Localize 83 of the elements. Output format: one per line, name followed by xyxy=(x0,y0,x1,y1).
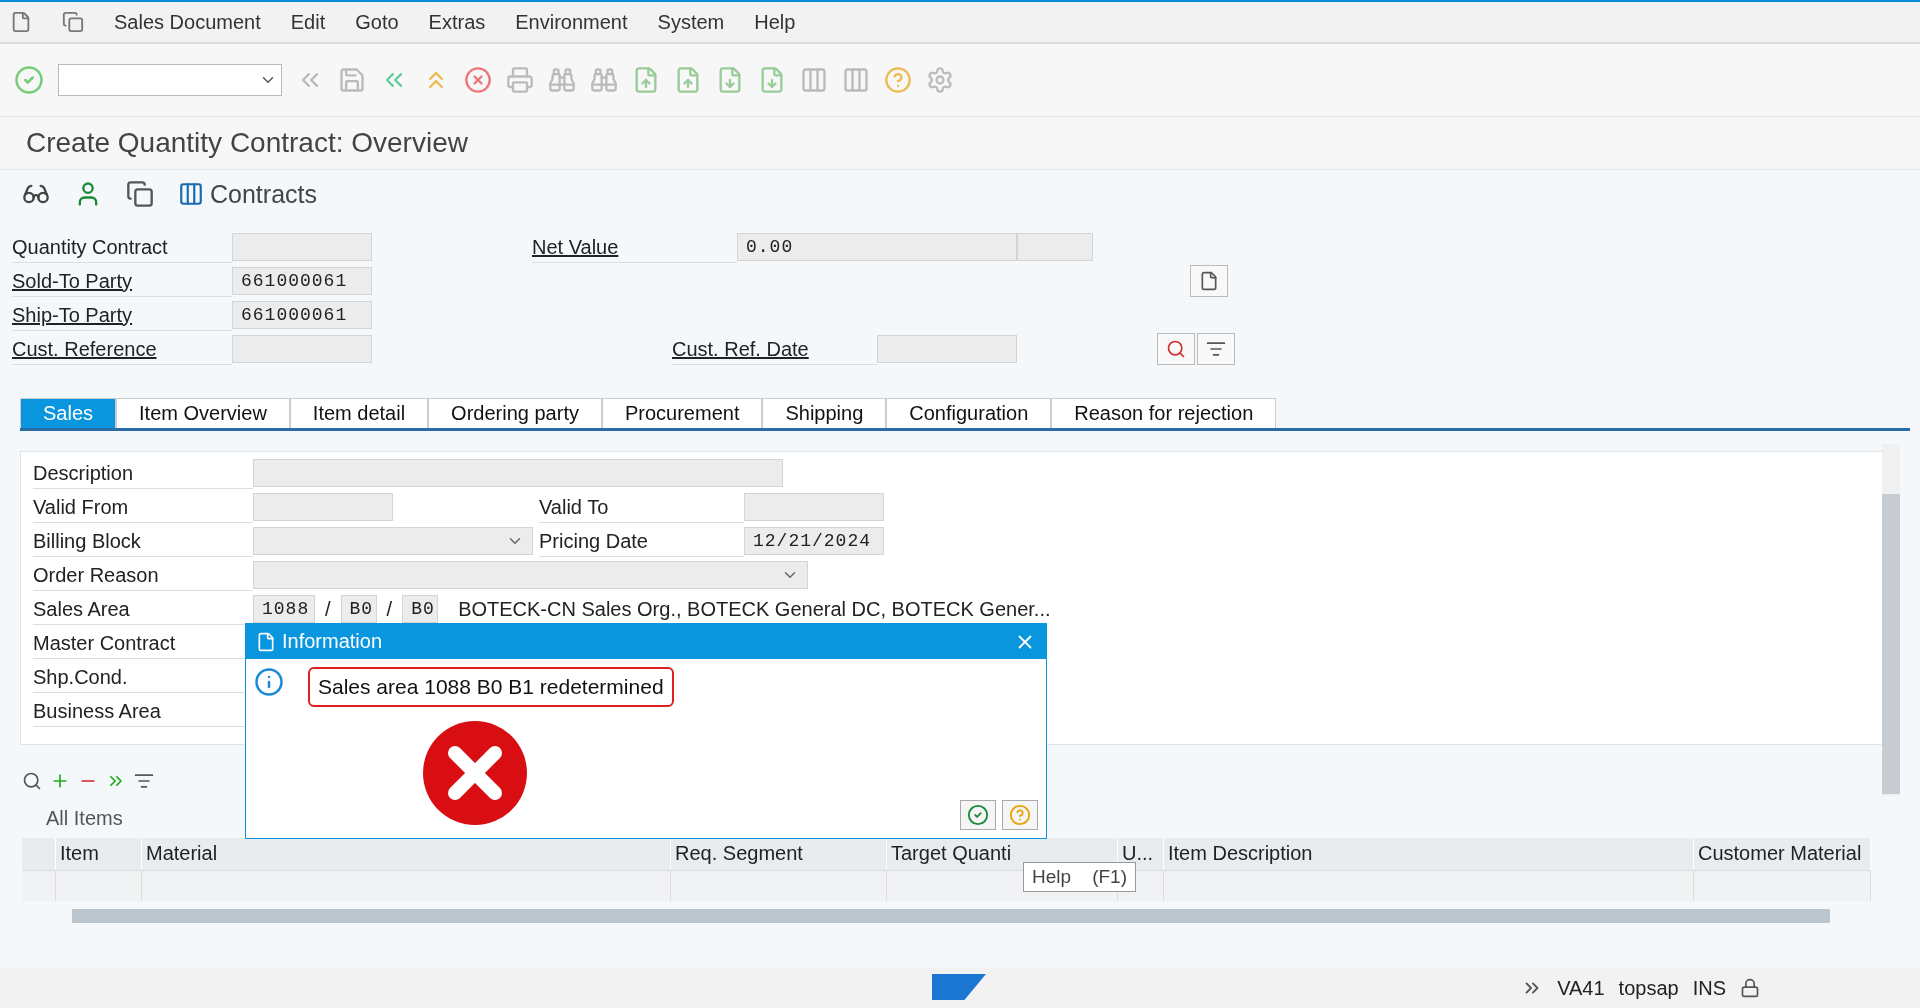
menu-item[interactable]: System xyxy=(657,10,725,34)
settings-icon[interactable] xyxy=(926,66,954,94)
check-icon xyxy=(967,804,989,826)
save-icon[interactable] xyxy=(338,66,366,94)
confirm-button[interactable] xyxy=(960,800,996,830)
table-cell xyxy=(22,870,56,901)
menu-item[interactable]: Extras xyxy=(428,10,486,34)
dropdown-field[interactable] xyxy=(253,527,533,555)
tooltip: Help (F1) xyxy=(1023,862,1137,892)
column-header[interactable]: Item Description xyxy=(1164,838,1694,870)
input-field[interactable]: 12/21/2024 xyxy=(744,527,884,555)
columns-icon xyxy=(178,181,204,207)
input-field[interactable]: 661000061 xyxy=(232,267,372,295)
tab[interactable]: Item Overview xyxy=(116,398,290,428)
horizontal-scrollbar[interactable] xyxy=(72,909,1830,923)
command-field[interactable] xyxy=(58,64,282,96)
check-icon[interactable] xyxy=(14,65,44,95)
separator-text: / xyxy=(385,597,394,621)
table-title: All Items xyxy=(46,807,123,830)
column-header[interactable]: U... xyxy=(1118,838,1164,870)
input-field[interactable]: B0 xyxy=(402,595,439,623)
document-button[interactable] xyxy=(1190,265,1228,297)
user-name: topsap xyxy=(1618,976,1679,1000)
printer-icon[interactable] xyxy=(506,66,534,94)
column-header[interactable]: Req. Segment xyxy=(671,838,887,870)
row-selector xyxy=(22,838,56,870)
page-title: Create Quantity Contract: Overview xyxy=(0,117,1920,170)
menu-item[interactable]: Sales Document xyxy=(114,10,261,34)
details-icon[interactable] xyxy=(22,771,42,791)
find-next-icon[interactable] xyxy=(590,66,618,94)
message-text: Sales area 1088 B0 B1 redetermined xyxy=(308,667,674,707)
dialog-icon xyxy=(256,631,276,652)
separator-text: / xyxy=(324,597,332,621)
menu-icon[interactable] xyxy=(10,11,32,33)
tab[interactable]: Ordering party xyxy=(428,398,602,428)
info-icon xyxy=(254,667,284,697)
column-header[interactable]: Material xyxy=(142,838,671,870)
sales-area-description: BOTECK-CN Sales Org., BOTECK General DC, BOTECK Gener... xyxy=(458,597,1051,621)
input-field[interactable]: 661000061 xyxy=(232,301,372,329)
magnifier-icon xyxy=(1166,339,1186,359)
menu-item[interactable]: Goto xyxy=(355,10,399,34)
tab[interactable]: Reason for rejection xyxy=(1051,398,1277,428)
column-header[interactable]: Customer Material xyxy=(1694,838,1871,870)
menu-item[interactable]: Environment xyxy=(515,10,628,34)
input-field[interactable]: 0.00 xyxy=(737,233,1017,261)
input-field[interactable] xyxy=(744,493,884,521)
input-field[interactable] xyxy=(232,335,372,363)
lines-icon xyxy=(1206,339,1226,359)
transaction-code: VA41 xyxy=(1557,976,1605,1000)
dropdown-field[interactable] xyxy=(253,561,808,589)
contracts-button[interactable]: Contracts xyxy=(178,179,317,209)
lock-icon[interactable] xyxy=(1740,978,1760,998)
tab[interactable]: Procurement xyxy=(601,398,763,428)
help-icon[interactable] xyxy=(884,66,912,94)
document-icon[interactable] xyxy=(126,180,154,208)
tab[interactable]: Configuration xyxy=(886,398,1052,428)
input-field[interactable]: 1088 xyxy=(253,595,315,623)
layout-icon[interactable] xyxy=(62,11,84,33)
currency-field[interactable] xyxy=(1017,233,1093,261)
input-field[interactable]: B0 xyxy=(340,595,377,623)
tab[interactable]: Shipping xyxy=(762,398,887,428)
column-header[interactable]: Item xyxy=(56,838,142,870)
menu-item[interactable]: Edit xyxy=(290,10,326,34)
logo-icon xyxy=(932,974,986,1000)
document-icon xyxy=(1199,271,1219,291)
shortcut-icon[interactable] xyxy=(842,66,870,94)
select-icon[interactable] xyxy=(134,771,154,791)
input-field[interactable] xyxy=(877,335,1017,363)
stamp-button[interactable] xyxy=(1197,333,1235,365)
error-icon xyxy=(421,719,529,827)
display-button[interactable] xyxy=(1157,333,1195,365)
input-mode: INS xyxy=(1692,976,1726,1000)
help-button[interactable] xyxy=(1002,800,1038,830)
input-field[interactable] xyxy=(232,233,372,261)
cancel-icon[interactable] xyxy=(464,66,492,94)
input-field[interactable] xyxy=(253,493,393,521)
help-icon xyxy=(1009,804,1031,826)
dialog-title: Information xyxy=(282,630,384,653)
window-icon[interactable] xyxy=(800,66,828,94)
input-field[interactable] xyxy=(253,459,783,487)
menu-item[interactable]: Help xyxy=(754,10,796,34)
search-icon[interactable] xyxy=(548,66,576,94)
tab[interactable]: Item detail xyxy=(289,398,429,428)
